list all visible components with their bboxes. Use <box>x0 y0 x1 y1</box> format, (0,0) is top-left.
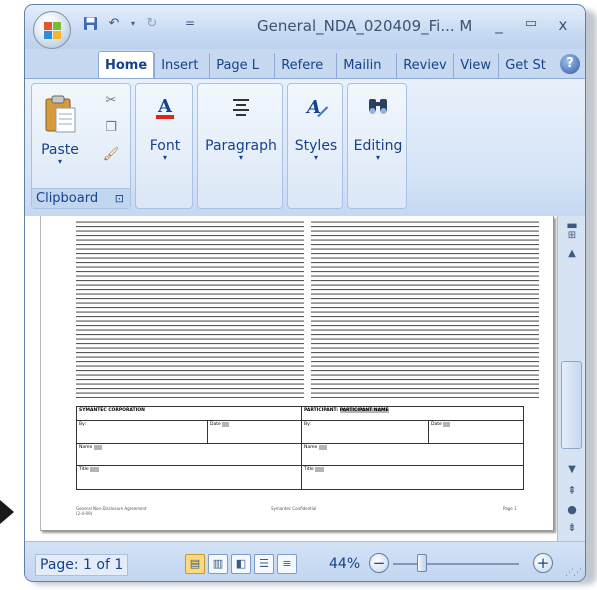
copy-icon[interactable]: ❐ <box>102 119 120 137</box>
sig-right-header: PARTICIPANT: PARTICIPANT NAME <box>302 407 524 421</box>
zoom-slider-track[interactable] <box>393 563 519 565</box>
clipboard-group: Paste ▾ ✂ ❐ 🖌 Clipboard ⊡ <box>31 83 131 209</box>
window-title: General_NDA_020409_Fi... M <box>257 17 473 35</box>
scroll-down-icon[interactable]: ▼ <box>562 464 582 475</box>
scroll-thumb[interactable] <box>561 361 582 449</box>
word-window: ↶ ▾ ↻ = General_NDA_020409_Fi... M _ ▭ x… <box>24 4 586 582</box>
document-area[interactable]: SYMANTEC CORPORATION PARTICIPANT: PARTIC… <box>25 216 557 541</box>
sig-left-header: SYMANTEC CORPORATION <box>77 407 301 421</box>
zoom-level[interactable]: 44% <box>329 556 360 572</box>
font-dropdown-icon: ▾ <box>162 153 167 162</box>
title-bar: ↶ ▾ ↻ = General_NDA_020409_Fi... M _ ▭ x <box>25 5 585 49</box>
restore-button[interactable]: ▭ <box>520 16 542 31</box>
document-page[interactable]: SYMANTEC CORPORATION PARTICIPANT: PARTIC… <box>40 216 554 531</box>
font-group: A Font ▾ <box>135 83 193 209</box>
quick-access-toolbar: ↶ ▾ ↻ = <box>81 13 199 33</box>
save-icon[interactable] <box>81 14 99 32</box>
tab-view[interactable]: View <box>453 53 498 79</box>
svg-text:A: A <box>157 96 173 117</box>
select-browse-object-icon[interactable]: ● <box>562 503 582 516</box>
paragraph-button[interactable]: Paragraph ▾ <box>202 94 280 162</box>
styles-icon: A <box>305 97 328 118</box>
clipboard-launcher-icon[interactable]: ⊡ <box>115 189 124 209</box>
sig-left-date: Date <box>207 421 301 444</box>
help-icon[interactable]: ? <box>560 54 580 74</box>
zoom-out-button[interactable]: − <box>369 553 389 573</box>
sig-right-by: By: <box>302 421 428 444</box>
paste-icon <box>45 95 76 133</box>
office-logo-icon <box>44 22 61 39</box>
participant-name-placeholder: PARTICIPANT NAME <box>339 408 389 413</box>
undo-dropdown-icon[interactable]: ▾ <box>129 14 137 32</box>
text-column-left <box>76 220 304 398</box>
format-painter-icon[interactable]: 🖌 <box>102 146 120 164</box>
tab-references[interactable]: Refere <box>274 53 336 79</box>
paragraph-group: Paragraph ▾ <box>197 83 283 209</box>
full-screen-reading-view-icon[interactable]: ▥ <box>208 554 228 574</box>
tab-insert[interactable]: Insert <box>154 53 209 79</box>
page-number-indicator[interactable]: Page: 1 of 1 <box>35 554 129 576</box>
office-button[interactable] <box>33 11 71 49</box>
arrow-pointer-icon <box>0 500 14 524</box>
vertical-scrollbar[interactable]: ▬ ⊞ ▲ ▼ ⇞ ● ⇟ <box>557 216 585 541</box>
editing-group: Editing ▾ <box>347 83 407 209</box>
redo-icon[interactable]: ↻ <box>143 14 161 32</box>
signature-table: SYMANTEC CORPORATION PARTICIPANT: PARTIC… <box>76 406 524 490</box>
undo-icon[interactable]: ↶ <box>105 14 123 32</box>
sig-right-name: Name <box>302 444 524 466</box>
next-page-icon[interactable]: ⇟ <box>562 521 582 534</box>
sig-right-date: Date <box>428 421 524 444</box>
status-bar: Page: 1 of 1 ▤ ▥ ◧ ☰ ≡ 44% − + ⋰⋰ <box>25 541 585 581</box>
styles-dropdown-icon: ▾ <box>313 153 318 162</box>
ribbon: Paste ▾ ✂ ❐ 🖌 Clipboard ⊡ A Font ▾ Parag… <box>25 78 585 217</box>
font-button[interactable]: A Font ▾ <box>140 94 190 162</box>
footer-right: Page 1 <box>503 506 517 511</box>
sig-left-title: Title <box>77 466 301 489</box>
paste-dropdown-icon: ▾ <box>57 157 62 166</box>
outline-view-icon[interactable]: ☰ <box>254 554 274 574</box>
tab-get-started[interactable]: Get St <box>498 53 557 79</box>
footer-left: General Non-Disclosure Agreement (2-4-09) <box>76 506 147 516</box>
resize-grip-icon[interactable]: ⋰⋰ <box>565 568 582 578</box>
tab-page-layout[interactable]: Page L <box>209 53 274 79</box>
font-color-icon: A <box>156 96 174 119</box>
previous-page-icon[interactable]: ⇞ <box>562 484 582 497</box>
scroll-up-icon[interactable]: ▲ <box>562 248 582 259</box>
clipboard-group-label: Clipboard ⊡ <box>32 188 130 208</box>
minimize-button[interactable]: _ <box>488 16 510 34</box>
tab-mailings[interactable]: Mailin <box>336 53 396 79</box>
editing-dropdown-icon: ▾ <box>375 153 380 162</box>
zoom-slider-thumb[interactable] <box>417 554 427 572</box>
cut-icon[interactable]: ✂ <box>102 92 120 110</box>
close-button[interactable]: x <box>552 16 574 34</box>
tab-review[interactable]: Reviev <box>396 53 453 79</box>
text-column-right <box>311 220 539 398</box>
align-center-icon <box>233 99 249 116</box>
find-icon <box>369 99 387 114</box>
draft-view-icon[interactable]: ≡ <box>277 554 297 574</box>
styles-button[interactable]: A Styles ▾ <box>290 94 342 162</box>
sig-left-name: Name <box>77 444 301 466</box>
zoom-in-button[interactable]: + <box>533 553 553 573</box>
editing-button[interactable]: Editing ▾ <box>350 94 406 162</box>
sig-right-title: Title <box>302 466 524 489</box>
web-layout-view-icon[interactable]: ◧ <box>231 554 251 574</box>
paragraph-dropdown-icon: ▾ <box>238 153 243 162</box>
ribbon-tabs: Home Insert Page L Refere Mailin Reviev … <box>98 51 557 79</box>
customize-qat-button[interactable]: = <box>181 14 199 32</box>
paste-button[interactable]: Paste ▾ <box>40 94 80 166</box>
footer-center: Symantec Confidential <box>271 506 317 511</box>
view-buttons: ▤ ▥ ◧ ☰ ≡ <box>185 554 297 574</box>
sig-left-by: By: <box>77 421 207 444</box>
tab-home[interactable]: Home <box>98 51 155 79</box>
print-layout-view-icon[interactable]: ▤ <box>185 554 205 574</box>
view-ruler-icon[interactable]: ⊞ <box>562 230 582 241</box>
styles-group: A Styles ▾ <box>287 83 343 209</box>
